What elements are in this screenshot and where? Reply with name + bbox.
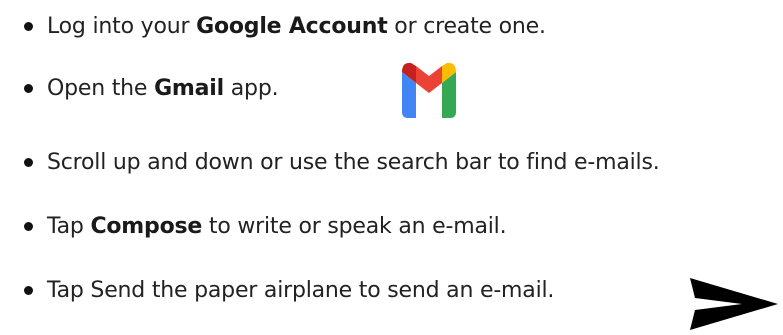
bullet-point <box>24 21 33 31</box>
gmail-label: Gmail <box>154 75 224 101</box>
bullet-point <box>24 285 33 295</box>
step-text-post: to write or speak an e-mail. <box>202 213 507 239</box>
step-text: Tap Compose to write or speak an e-mail. <box>47 213 507 239</box>
list-item-scroll-search: Scroll up and down or use the search bar… <box>0 142 660 182</box>
step-text: Log into your Google Account or create o… <box>47 14 546 39</box>
instruction-list: Log into your Google Account or create o… <box>0 0 783 335</box>
google-account-label: Google Account <box>196 13 388 39</box>
list-item-log-in: Log into your Google Account or create o… <box>0 6 546 46</box>
step-text-pre: Log into your <box>47 13 197 39</box>
step-text: Tap Send the paper airplane to send an e… <box>47 277 555 303</box>
step-text: Scroll up and down or use the search bar… <box>47 149 660 175</box>
bullet-point <box>24 83 33 93</box>
step-text: Open the Gmail app. <box>47 75 279 101</box>
compose-label: Compose <box>90 213 203 239</box>
bullet-point <box>24 157 33 167</box>
gmail-logo-icon <box>402 62 456 118</box>
step-text-post: app. <box>223 75 279 101</box>
gmail-logo-red-part <box>416 66 442 93</box>
list-item-compose: Tap Compose to write or speak an e-mail. <box>0 206 507 246</box>
send-paper-airplane-icon <box>690 278 778 330</box>
list-item-open-gmail: Open the Gmail app. <box>0 68 279 108</box>
step-text-pre: Open the <box>47 75 155 101</box>
bullet-point <box>24 221 33 231</box>
list-item-send: Tap Send the paper airplane to send an e… <box>0 270 554 310</box>
step-text-post: or create one. <box>387 13 546 39</box>
step-text-pre: Tap <box>47 213 91 239</box>
